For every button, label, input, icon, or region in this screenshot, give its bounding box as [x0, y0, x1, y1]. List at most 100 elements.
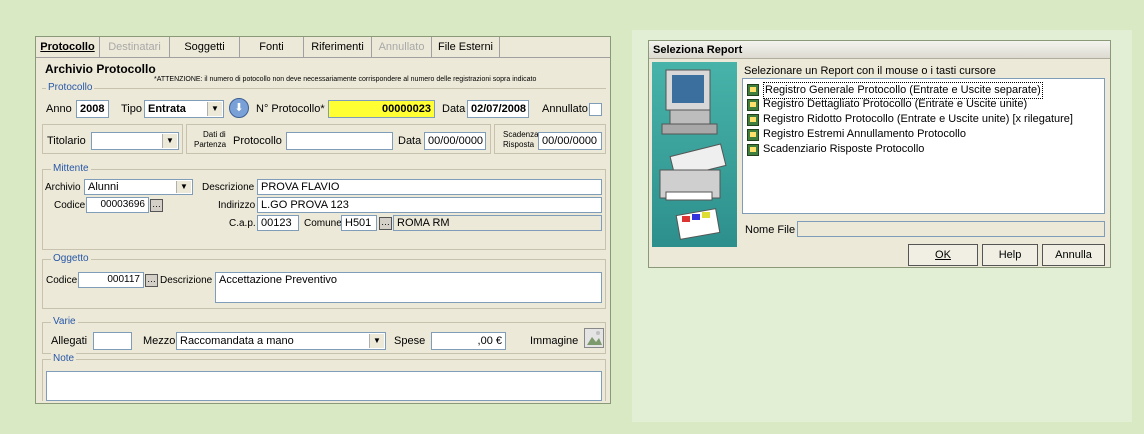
indirizzo-field[interactable]: L.GO PROVA 123 — [257, 197, 602, 213]
down-arrow-icon[interactable]: ⬇ — [229, 98, 249, 118]
report-icon — [747, 114, 759, 126]
report-list-item[interactable]: Registro Ridotto Protocollo (Entrate e U… — [743, 112, 1103, 127]
anno-field[interactable]: 2008 — [76, 100, 109, 118]
tab-fonti[interactable]: Fonti — [240, 37, 304, 57]
data-field[interactable]: 02/07/2008 — [467, 100, 529, 118]
annullato-label: Annullato — [542, 103, 588, 115]
anno-label: Anno — [46, 103, 72, 115]
oggetto-codice-label: Codice — [46, 275, 78, 286]
comune-name-field: ROMA RM — [393, 215, 602, 231]
scadenza-label-1: Scadenza — [503, 130, 539, 139]
dati-partenza-label-1: Dati di — [203, 130, 226, 139]
archivio-value: Alunni — [88, 181, 119, 193]
oggetto-codice-field[interactable]: 000117 — [78, 272, 144, 288]
oggetto-group-title: Oggetto — [51, 253, 91, 265]
report-icon — [747, 144, 759, 156]
spese-field[interactable]: ,00 € — [431, 332, 506, 350]
archivio-select[interactable]: Alunni ▼ — [84, 179, 193, 195]
cap-label: C.a.p. — [229, 218, 256, 229]
dialog-title: Seleziona Report — [653, 44, 743, 56]
mezzo-label: Mezzo — [143, 335, 176, 347]
oggetto-descrizione-field[interactable]: Accettazione Preventivo — [215, 272, 602, 303]
report-list-item[interactable]: Registro Generale Protocollo (Entrate e … — [743, 82, 1103, 99]
tab-file-esterni[interactable]: File Esterni — [432, 37, 500, 57]
oggetto-lookup-button[interactable]: … — [145, 274, 158, 287]
tipo-select[interactable]: Entrata ▼ — [144, 100, 224, 118]
comune-code-field[interactable]: H501 — [341, 215, 377, 231]
indirizzo-label: Indirizzo — [218, 200, 256, 211]
mezzo-value: Raccomandata a mano — [180, 335, 294, 347]
data-label: Data — [442, 103, 466, 115]
report-list[interactable]: Registro Generale Protocollo (Entrate e … — [742, 78, 1105, 214]
tab-annullato[interactable]: Annullato — [372, 37, 432, 57]
numero-protocollo-field[interactable]: 00000023 — [328, 100, 435, 118]
instruction-text: Selezionare un Report con il mouse o i t… — [744, 65, 996, 77]
numero-protocollo-label: N° Protocollo* — [256, 103, 325, 115]
note-field[interactable] — [46, 371, 602, 401]
mezzo-select[interactable]: Raccomandata a mano ▼ — [176, 332, 386, 350]
mittente-group-title: Mittente — [51, 163, 91, 175]
tab-destinatari[interactable]: Destinatari — [100, 37, 170, 57]
immagine-label: Immagine — [530, 335, 579, 347]
mittente-codice-field[interactable]: 00003696 — [86, 197, 149, 213]
codice-label: Codice — [54, 200, 86, 211]
allegati-field[interactable] — [93, 332, 132, 350]
seleziona-report-dialog: Seleziona Report Selezionare un Report c… — [648, 40, 1111, 268]
tipo-label: Tipo — [121, 103, 142, 115]
mittente-lookup-button[interactable]: … — [150, 199, 163, 212]
tab-protocollo[interactable]: Protocollo — [36, 37, 100, 57]
report-icon — [747, 99, 759, 111]
partenza-data-field[interactable]: 00/00/0000 — [424, 132, 486, 150]
cap-field[interactable]: 00123 — [257, 215, 299, 231]
chevron-down-icon[interactable]: ▼ — [369, 334, 384, 348]
scadenza-label-2: Risposta — [503, 140, 535, 149]
varie-group-title: Varie — [51, 316, 78, 328]
help-button[interactable]: Help — [982, 244, 1038, 266]
oggetto-descrizione-label: Descrizione — [160, 275, 213, 286]
report-list-item[interactable]: Scadenziario Risposte Protocollo — [743, 142, 1103, 157]
report-item-label: Registro Dettagliato Protocollo (Entrate… — [763, 98, 1028, 110]
chevron-down-icon[interactable]: ▼ — [176, 181, 191, 193]
report-icon — [747, 84, 759, 96]
comune-label: Comune — [304, 218, 342, 229]
partenza-data-label: Data — [398, 135, 422, 147]
page-title: Archivio Protocollo — [45, 62, 156, 76]
help-button-label: Help — [998, 249, 1022, 261]
image-icon[interactable] — [584, 328, 604, 348]
tipo-value: Entrata — [148, 103, 186, 115]
annulla-button-label: Annulla — [1055, 249, 1092, 261]
partenza-protocollo-field[interactable] — [286, 132, 393, 150]
spese-label: Spese — [394, 335, 426, 347]
report-item-label: Scadenziario Risposte Protocollo — [763, 143, 925, 155]
archivio-protocollo-window: Protocollo Destinatari Soggetti Fonti Ri… — [35, 36, 611, 404]
report-icon — [747, 129, 759, 141]
annullato-checkbox[interactable] — [589, 103, 602, 116]
dati-partenza-label-2: Partenza — [194, 140, 227, 149]
descrizione-label: Descrizione — [202, 182, 255, 193]
titolario-label: Titolario — [47, 135, 86, 147]
titolario-select[interactable]: ▼ — [91, 132, 179, 150]
ok-button[interactable]: OK — [908, 244, 978, 266]
printer-computer-illustration — [652, 62, 737, 247]
nome-file-field[interactable] — [797, 221, 1105, 237]
tab-riferimenti[interactable]: Riferimenti — [304, 37, 372, 57]
annulla-button[interactable]: Annulla — [1042, 244, 1105, 266]
chevron-down-icon[interactable]: ▼ — [162, 134, 177, 148]
ok-button-label: OK — [935, 249, 951, 261]
report-list-item[interactable]: Registro Dettagliato Protocollo (Entrate… — [743, 97, 1103, 112]
protocollo-group-title: Protocollo — [46, 82, 95, 94]
report-item-label: Registro Ridotto Protocollo (Entrate e U… — [763, 113, 1073, 125]
comune-lookup-button[interactable]: … — [379, 217, 392, 230]
nome-file-label: Nome File — [745, 224, 796, 236]
warning-text: *ATTENZIONE: il numero di potocollo non … — [154, 76, 537, 83]
tab-bar: Protocollo Destinatari Soggetti Fonti Ri… — [36, 37, 610, 58]
dialog-titlebar: Seleziona Report — [649, 41, 1110, 59]
mittente-descrizione-field[interactable]: PROVA FLAVIO — [257, 179, 602, 195]
scadenza-field[interactable]: 00/00/0000 — [538, 132, 602, 150]
tab-soggetti[interactable]: Soggetti — [170, 37, 240, 57]
archivio-label: Archivio — [45, 182, 81, 193]
chevron-down-icon[interactable]: ▼ — [207, 102, 222, 116]
report-item-label: Registro Estremi Annullamento Protocollo — [763, 128, 966, 140]
report-list-item[interactable]: Registro Estremi Annullamento Protocollo — [743, 127, 1103, 142]
allegati-label: Allegati — [51, 335, 88, 347]
